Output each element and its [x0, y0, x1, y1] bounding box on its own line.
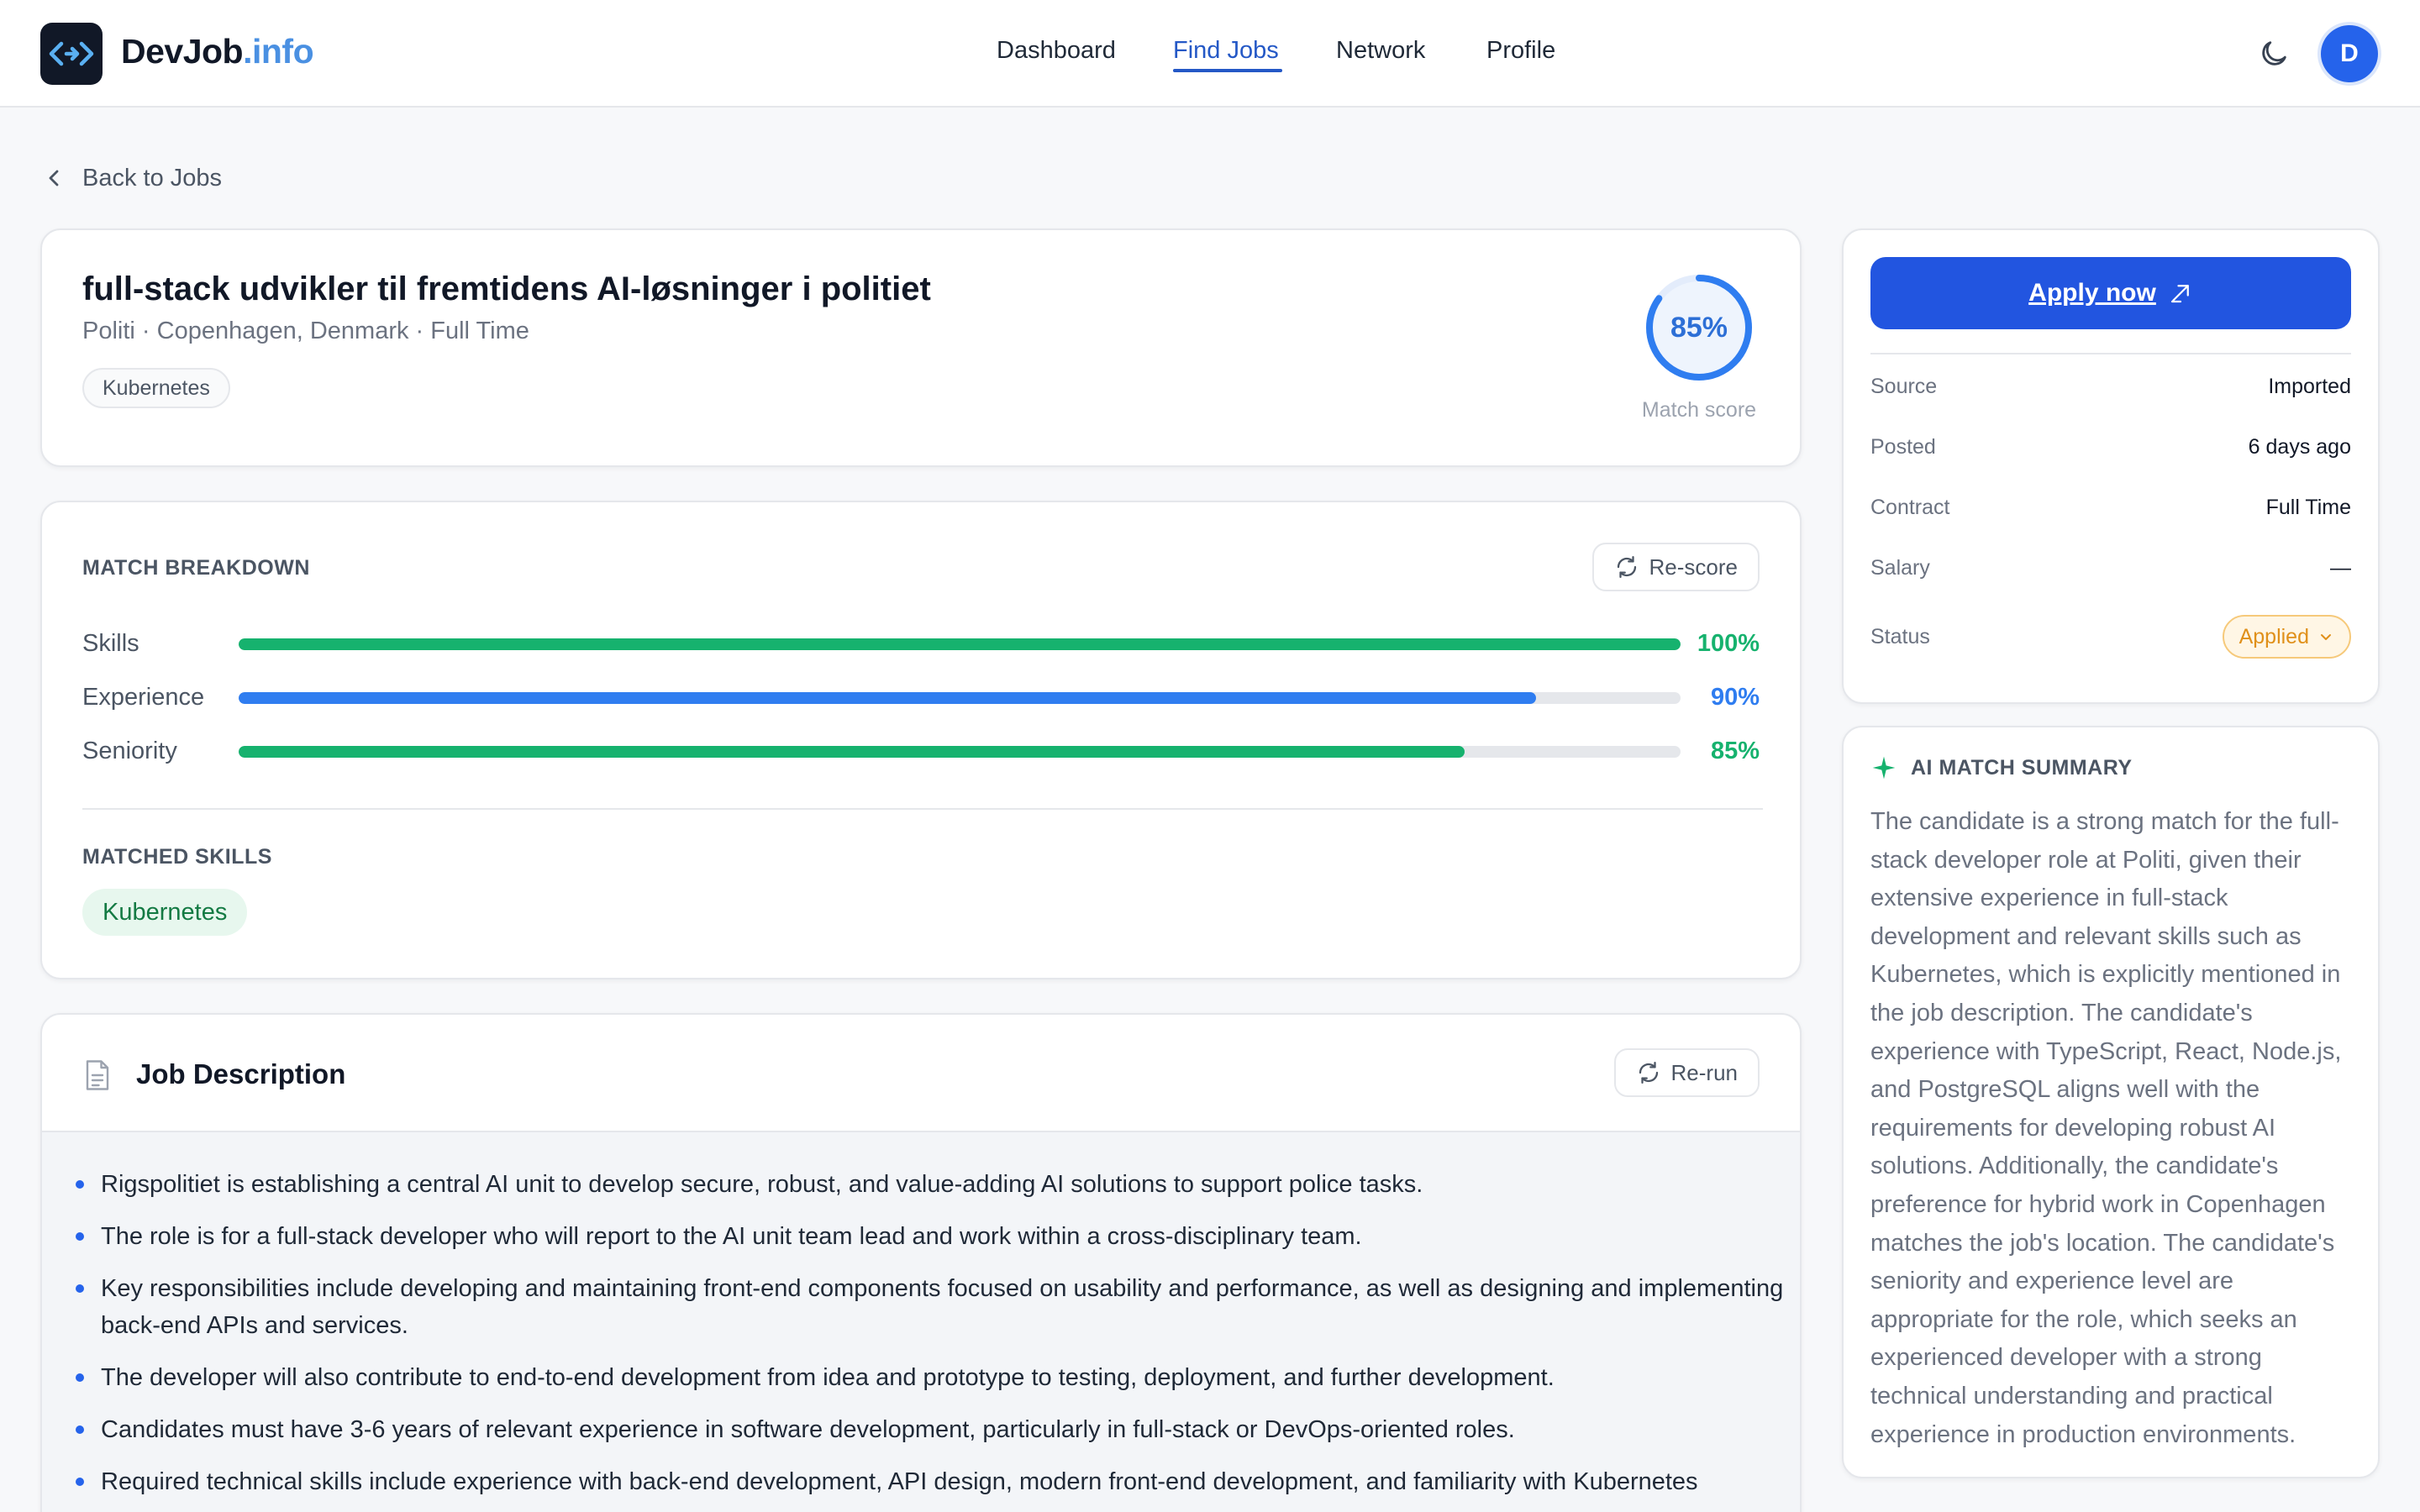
meta-row-posted: Posted 6 days ago [1870, 430, 2351, 467]
meta-value: — [2330, 556, 2351, 580]
match-score-label: Match score [1641, 398, 1757, 422]
rerun-label: Re-run [1670, 1059, 1738, 1085]
skills-bar-label: Skills [82, 630, 139, 657]
breakdown-divider [82, 808, 1763, 810]
apply-now-label: Apply now [2028, 279, 2156, 307]
back-link-label: Back to Jobs [82, 164, 223, 192]
meta-key: Status [1870, 625, 1930, 648]
list-item: Rigspolitiet is establishing a central A… [76, 1166, 1790, 1203]
refresh-icon [1639, 1062, 1658, 1084]
job-description-header: Job Description Re-run [42, 1015, 1800, 1132]
rescore-button[interactable]: Re-score [1591, 543, 1760, 591]
rerun-button[interactable]: Re-run [1613, 1048, 1760, 1097]
avatar[interactable]: D [2321, 25, 2378, 82]
nav-profile[interactable]: Profile [1486, 37, 1555, 65]
apply-card: Apply now Source Imported Posted 6 days … [1842, 228, 2380, 704]
meta-key: Posted [1870, 435, 1936, 459]
meta-key: Salary [1870, 556, 1930, 580]
meta-value: 6 days ago [2248, 435, 2351, 459]
rescore-label: Re-score [1649, 554, 1738, 580]
nav-find-jobs[interactable]: Find Jobs [1173, 37, 1279, 65]
skills-bar-fill [239, 638, 1681, 650]
nav-dashboard[interactable]: Dashboard [997, 37, 1116, 65]
meta-value: Full Time [2265, 496, 2351, 519]
list-item: Required technical skills include experi… [76, 1463, 1790, 1500]
meta-row-status: Status Applied [1870, 615, 2351, 659]
moon-icon[interactable] [2257, 37, 2291, 71]
status-dropdown[interactable]: Applied [2222, 615, 2351, 659]
list-item: Candidates must have 3-6 years of releva… [76, 1411, 1790, 1448]
experience-bar-fill [239, 692, 1537, 704]
top-header: DevJob.info Dashboard Find Jobs Network … [0, 0, 2420, 108]
seniority-bar-track [239, 746, 1681, 758]
job-title: full-stack udvikler til fremtidens AI-lø… [82, 270, 931, 307]
sparkle-icon [1872, 756, 1896, 780]
ai-summary-header: AI MATCH SUMMARY [1870, 754, 2133, 781]
experience-bar-label: Experience [82, 684, 205, 711]
seniority-bar-fill [239, 746, 1465, 758]
list-item: The developer will also contribute to en… [76, 1359, 1790, 1396]
ai-summary-title: AI MATCH SUMMARY [1911, 755, 2133, 780]
job-header-card: full-stack udvikler til fremtidens AI-lø… [40, 228, 1802, 467]
seniority-bar-percent: 85% [1710, 738, 1760, 764]
refresh-icon [1617, 556, 1636, 578]
matched-skill-chip: Kubernetes [82, 889, 248, 936]
list-item: The role is for a full-stack developer w… [76, 1218, 1790, 1255]
meta-row-source: Source Imported [1870, 370, 2351, 407]
experience-bar-percent: 90% [1710, 684, 1760, 711]
chevron-left-icon [49, 170, 59, 186]
meta-row-salary: Salary — [1870, 551, 2351, 588]
job-description-list: Rigspolitiet is establishing a central A… [76, 1166, 1790, 1512]
apply-now-button[interactable]: Apply now [1870, 257, 2351, 329]
skills-bar-percent: 100% [1697, 630, 1760, 657]
match-score-value: 85% [1670, 311, 1728, 344]
skills-bar-track [239, 638, 1681, 650]
chevron-down-icon [2321, 634, 2331, 640]
apply-divider [1870, 353, 2351, 354]
meta-value: Imported [2268, 375, 2351, 398]
ai-summary-card: AI MATCH SUMMARY The candidate is a stro… [1842, 726, 2380, 1478]
active-nav-underline [1173, 69, 1282, 72]
meta-row-contract: Contract Full Time [1870, 491, 2351, 528]
matched-skills-title: MATCHED SKILLS [82, 845, 272, 869]
match-breakdown-title: MATCH BREAKDOWN [82, 556, 310, 580]
experience-bar-track [239, 692, 1681, 704]
meta-key: Contract [1870, 496, 1950, 519]
document-icon [86, 1060, 109, 1090]
job-description-body: Rigspolitiet is establishing a central A… [42, 1132, 1800, 1512]
job-description-title: Job Description [136, 1058, 346, 1089]
nav-network[interactable]: Network [1336, 37, 1425, 65]
job-tag: Kubernetes [82, 368, 230, 408]
status-value: Applied [2238, 624, 2309, 648]
seniority-bar-label: Seniority [82, 738, 177, 764]
job-description-card: Job Description Re-run Rigspolitiet is e… [40, 1013, 1802, 1512]
ai-summary-text: The candidate is a strong match for the … [1870, 808, 2342, 1448]
job-subtitle: Politi · Copenhagen, Denmark · Full Time [82, 318, 529, 344]
external-link-icon [2170, 285, 2189, 303]
match-breakdown-card: MATCH BREAKDOWN Re-score Skills 100% Exp… [40, 501, 1802, 979]
meta-key: Source [1870, 375, 1938, 398]
back-to-jobs-link[interactable]: Back to Jobs [44, 161, 222, 195]
list-item: Key responsibilities include developing … [76, 1270, 1790, 1344]
